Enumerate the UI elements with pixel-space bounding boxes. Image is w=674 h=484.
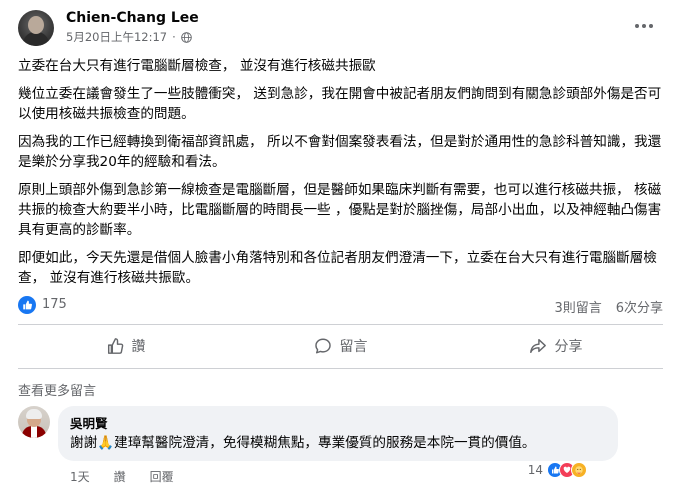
comment-count[interactable]: 3則留言 — [554, 297, 601, 316]
post-paragraph: 立委在台大只有進行電腦斷層檢查， 並沒有進行核磁共振歐 — [18, 58, 376, 74]
post-paragraph: 因為我的工作已經轉換到衛福部資訊處， 所以不會對個案發表看法，但是對於通用性的急… — [18, 134, 662, 170]
post-body: 立委在台大只有進行電腦斷層檢查， 並沒有進行核磁共振歐 幾位立委在議會發生了一些… — [18, 56, 663, 296]
share-icon — [529, 338, 546, 354]
comment-bubble: 吳明賢 謝謝🙏建璋幫醫院澄清，免得模糊焦點，專業優質的服務是本院一貫的價值。 — [58, 406, 618, 461]
comment-label: 留言 — [339, 339, 368, 355]
comment-reactions[interactable]: 14 — [528, 462, 587, 478]
author-avatar[interactable] — [18, 10, 54, 46]
care-reaction-icon — [571, 462, 587, 478]
post-paragraph: 原則上頭部外傷到急診第一線檢查是電腦斷層，但是醫師如果臨床判斷有需要，也可以進行… — [18, 182, 662, 238]
like-reaction-icon[interactable] — [18, 296, 36, 314]
see-more-comments-link[interactable]: 查看更多留言 — [18, 380, 96, 399]
comment-text: 謝謝🙏建璋幫醫院澄清，免得模糊焦點，專業優質的服務是本院一貫的價值。 — [70, 435, 536, 451]
more-icon — [635, 24, 639, 28]
post-actions: 讚 留言 分享 — [18, 328, 663, 364]
divider — [18, 324, 663, 325]
share-count[interactable]: 6次分享 — [616, 297, 663, 316]
globe-icon — [180, 31, 192, 43]
like-label: 讚 — [131, 339, 146, 355]
reactions-summary: 175 3則留言 6次分享 — [18, 296, 663, 316]
commenter-avatar[interactable] — [18, 406, 50, 438]
like-count[interactable]: 175 — [42, 297, 67, 312]
like-icon — [107, 338, 123, 354]
post-paragraph: 即便如此，今天先還是借個人臉書小角落特別和各位記者朋友們澄清一下，立委在台大只有… — [18, 250, 657, 286]
comment-time[interactable]: 1天 — [70, 468, 90, 484]
comment-icon — [314, 338, 331, 354]
divider — [18, 368, 663, 369]
comment-footer: 1天 讚 回覆 — [70, 468, 174, 484]
comment-reaction-count: 14 — [527, 463, 543, 477]
commenter-name[interactable]: 吳明賢 — [70, 413, 606, 432]
share-button[interactable]: 分享 — [448, 328, 663, 364]
author-name[interactable]: Chien-Chang Lee — [66, 10, 199, 26]
post-paragraph: 幾位立委在議會發生了一些肢體衝突， 送到急診，我在開會中被記者朋友們詢問到有關急… — [18, 86, 662, 122]
post-header: Chien-Chang Lee 5月20日上午12:17 · — [18, 10, 658, 46]
like-button[interactable]: 讚 — [18, 328, 233, 364]
post-meta: 5月20日上午12:17 · — [66, 29, 192, 45]
post-timestamp[interactable]: 5月20日上午12:17 — [66, 29, 167, 45]
more-options-button[interactable] — [630, 14, 658, 38]
comment-like-button[interactable]: 讚 — [114, 468, 126, 484]
comment-button[interactable]: 留言 — [233, 328, 448, 364]
share-label: 分享 — [554, 339, 583, 355]
comment-reply-button[interactable]: 回覆 — [150, 468, 174, 484]
pray-emoji-icon: 🙏 — [97, 435, 115, 451]
